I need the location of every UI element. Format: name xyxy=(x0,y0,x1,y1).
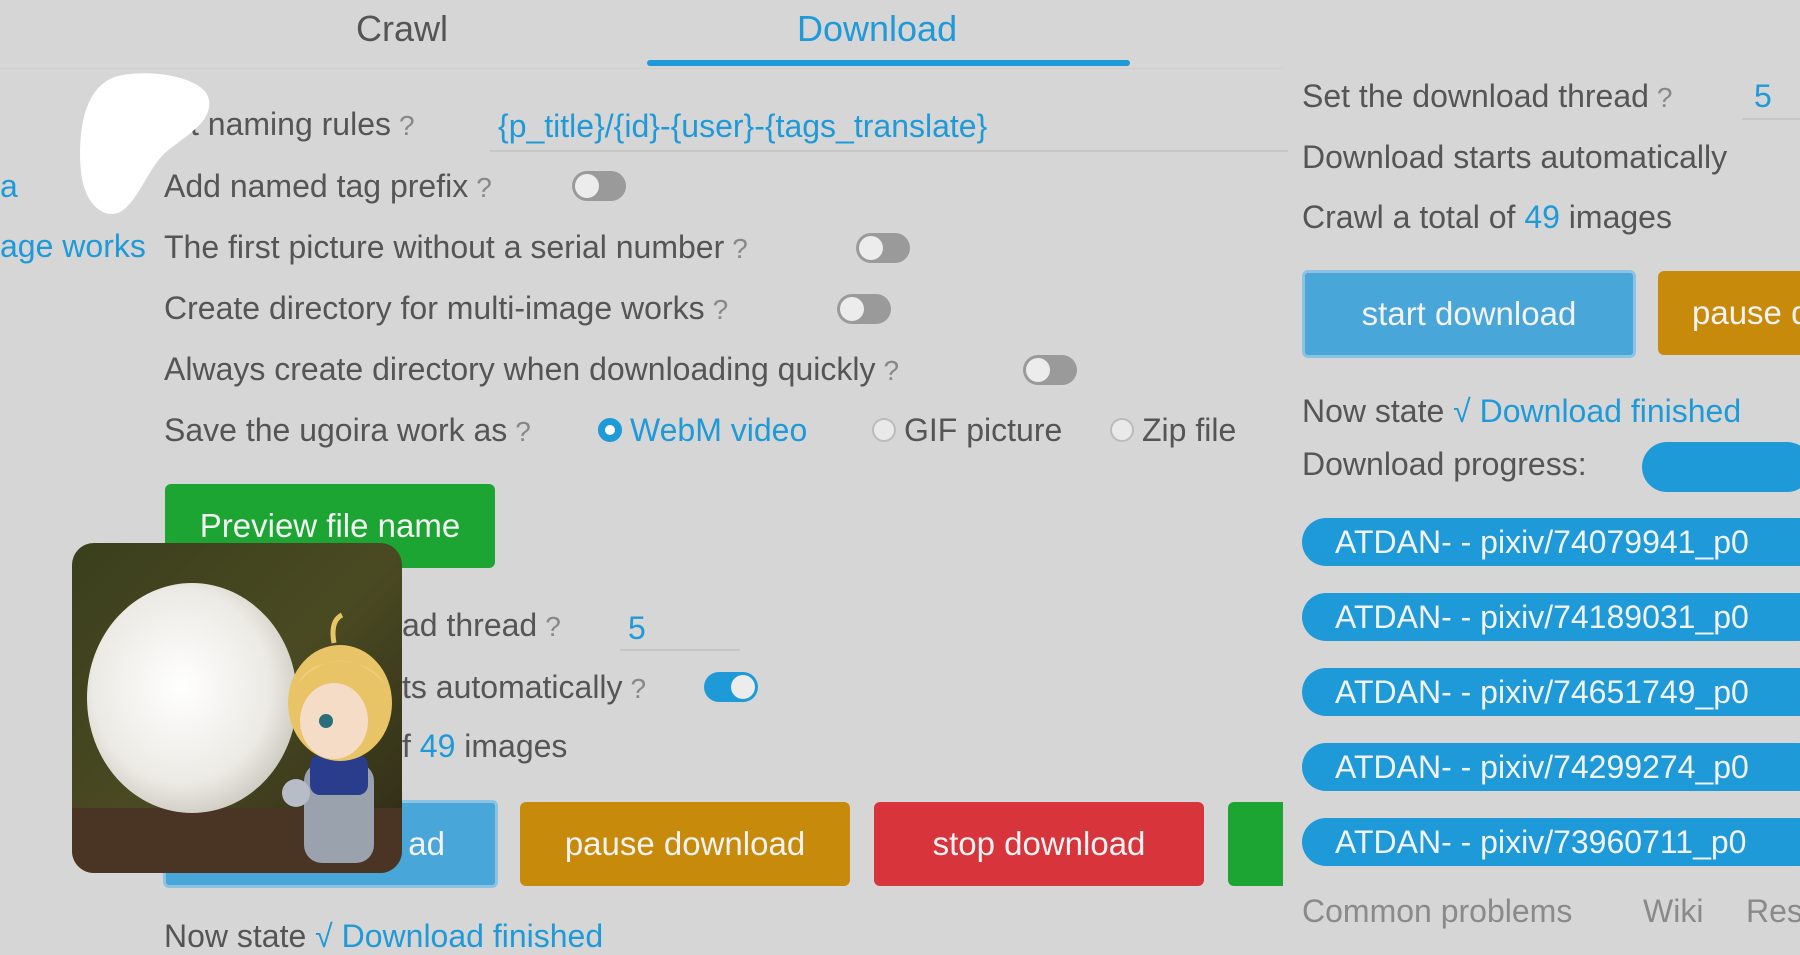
naming-rules-input[interactable]: {p_title}/{id}-{user}-{tags_translate} xyxy=(490,102,1288,152)
help-icon[interactable]: ? xyxy=(1657,82,1673,113)
tab-download[interactable]: Download xyxy=(797,8,957,50)
ugoira-label: Save the ugoira work as? xyxy=(164,412,531,449)
thumbnail-figure-image xyxy=(72,543,402,873)
tab-crawl[interactable]: Crawl xyxy=(356,8,448,50)
file-item: ATDAN- - pixiv/74189031_p0 xyxy=(1302,593,1800,641)
sidebar-link-works[interactable]: age works xyxy=(0,228,146,265)
thread-text-right: Set the download thread xyxy=(1302,78,1649,114)
ugoira-option-zip-label: Zip file xyxy=(1142,412,1237,448)
multi-dir-label: Create directory for multi-image works? xyxy=(164,290,728,327)
help-icon[interactable]: ? xyxy=(732,233,748,264)
stop-download-button-left[interactable]: stop download xyxy=(874,802,1204,886)
thread-label-right: Set the download thread? xyxy=(1302,78,1673,115)
thread-label-left: ad thread? xyxy=(402,607,561,644)
help-icon[interactable]: ? xyxy=(713,294,729,325)
first-picture-text: The first picture without a serial numbe… xyxy=(164,229,725,265)
file-item: ATDAN- - pixiv/73960711_p0 xyxy=(1302,818,1800,866)
white-blob-mark xyxy=(80,73,210,214)
toggle-knob xyxy=(840,297,864,321)
file-item: ATDAN- - pixiv/74651749_p0 xyxy=(1302,668,1800,716)
pause-download-button[interactable]: pause d xyxy=(1658,271,1800,355)
first-picture-label: The first picture without a serial numbe… xyxy=(164,229,748,266)
tag-prefix-toggle[interactable] xyxy=(572,171,626,201)
naming-rules-label: t naming rules? xyxy=(190,106,415,143)
toggle-knob xyxy=(859,236,883,260)
active-tab-indicator xyxy=(647,60,1130,66)
help-icon[interactable]: ? xyxy=(883,355,899,386)
state-value-left: √ Download finished xyxy=(315,918,604,954)
download-progress-bar xyxy=(1642,442,1800,492)
footer-link-common-problems[interactable]: Common problems xyxy=(1302,893,1572,930)
state-label-right: Now state xyxy=(1302,393,1445,429)
total-number-right: 49 xyxy=(1524,199,1560,235)
sidebar-link-fragment[interactable]: a xyxy=(0,168,18,205)
radio-checked-icon xyxy=(598,417,622,442)
always-dir-toggle[interactable] xyxy=(1023,355,1077,385)
footer-link-res[interactable]: Res xyxy=(1746,893,1800,930)
radio-icon xyxy=(1110,417,1134,442)
toggle-knob xyxy=(575,174,599,198)
toggle-knob xyxy=(731,675,755,699)
total-suffix-right: images xyxy=(1568,199,1672,235)
total-count-right: Crawl a total of 49 images xyxy=(1302,199,1672,236)
ugoira-option-webm[interactable]: WebM video xyxy=(598,412,807,449)
pause-download-button-left[interactable]: pause download xyxy=(520,802,850,886)
help-icon[interactable]: ? xyxy=(631,673,647,704)
progress-label: Download progress: xyxy=(1302,446,1587,482)
auto-start-label-right: Download starts automatically xyxy=(1302,139,1727,176)
total-count-left: f 49 images xyxy=(402,728,567,765)
state-label-left: Now state xyxy=(164,918,307,954)
toggle-knob xyxy=(1026,358,1050,382)
total-suffix-left: images xyxy=(464,728,568,764)
state-left: Now state √ Download finished xyxy=(164,918,603,955)
total-prefix-left: f xyxy=(402,728,411,764)
total-number-left: 49 xyxy=(419,728,456,764)
thread-text-left: ad thread xyxy=(402,607,538,643)
ugoira-option-gif-label: GIF picture xyxy=(904,412,1063,448)
tab-bar: Crawl Download xyxy=(0,0,1283,69)
ugoira-text: Save the ugoira work as xyxy=(164,412,508,448)
help-icon[interactable]: ? xyxy=(399,110,415,141)
multi-dir-toggle[interactable] xyxy=(837,294,891,324)
state-right: Now state √ Download finished xyxy=(1302,393,1741,430)
ugoira-option-gif[interactable]: GIF picture xyxy=(872,412,1062,449)
ugoira-option-zip[interactable]: Zip file xyxy=(1110,412,1236,449)
always-dir-text: Always create directory when downloading… xyxy=(164,351,876,387)
multi-dir-text: Create directory for multi-image works xyxy=(164,290,705,326)
thread-input-right[interactable]: 5 xyxy=(1742,72,1800,120)
footer-link-wiki[interactable]: Wiki xyxy=(1643,893,1703,930)
naming-rules-text: t naming rules xyxy=(190,106,391,142)
start-download-button[interactable]: start download xyxy=(1302,270,1636,358)
help-icon[interactable]: ? xyxy=(476,172,492,203)
radio-icon xyxy=(872,417,896,442)
total-prefix-right: Crawl a total of xyxy=(1302,199,1516,235)
file-item: ATDAN- - pixiv/74299274_p0 xyxy=(1302,743,1800,791)
state-value-right: √ Download finished xyxy=(1453,393,1742,429)
always-dir-label: Always create directory when downloading… xyxy=(164,351,899,388)
auto-start-text-left: ts automatically xyxy=(402,669,623,705)
auto-start-label-left: ts automatically? xyxy=(402,669,646,706)
ugoira-option-webm-label: WebM video xyxy=(630,412,808,448)
help-icon[interactable]: ? xyxy=(545,611,561,642)
copy-url-button-left[interactable] xyxy=(1228,802,1283,886)
auto-start-text-right: Download starts automatically xyxy=(1302,139,1728,175)
first-picture-toggle[interactable] xyxy=(856,233,910,263)
thread-input-left[interactable]: 5 xyxy=(620,607,740,651)
file-item: ATDAN- - pixiv/74079941_p0 xyxy=(1302,518,1800,566)
help-icon[interactable]: ? xyxy=(515,416,531,447)
auto-start-toggle-left[interactable] xyxy=(704,672,758,702)
